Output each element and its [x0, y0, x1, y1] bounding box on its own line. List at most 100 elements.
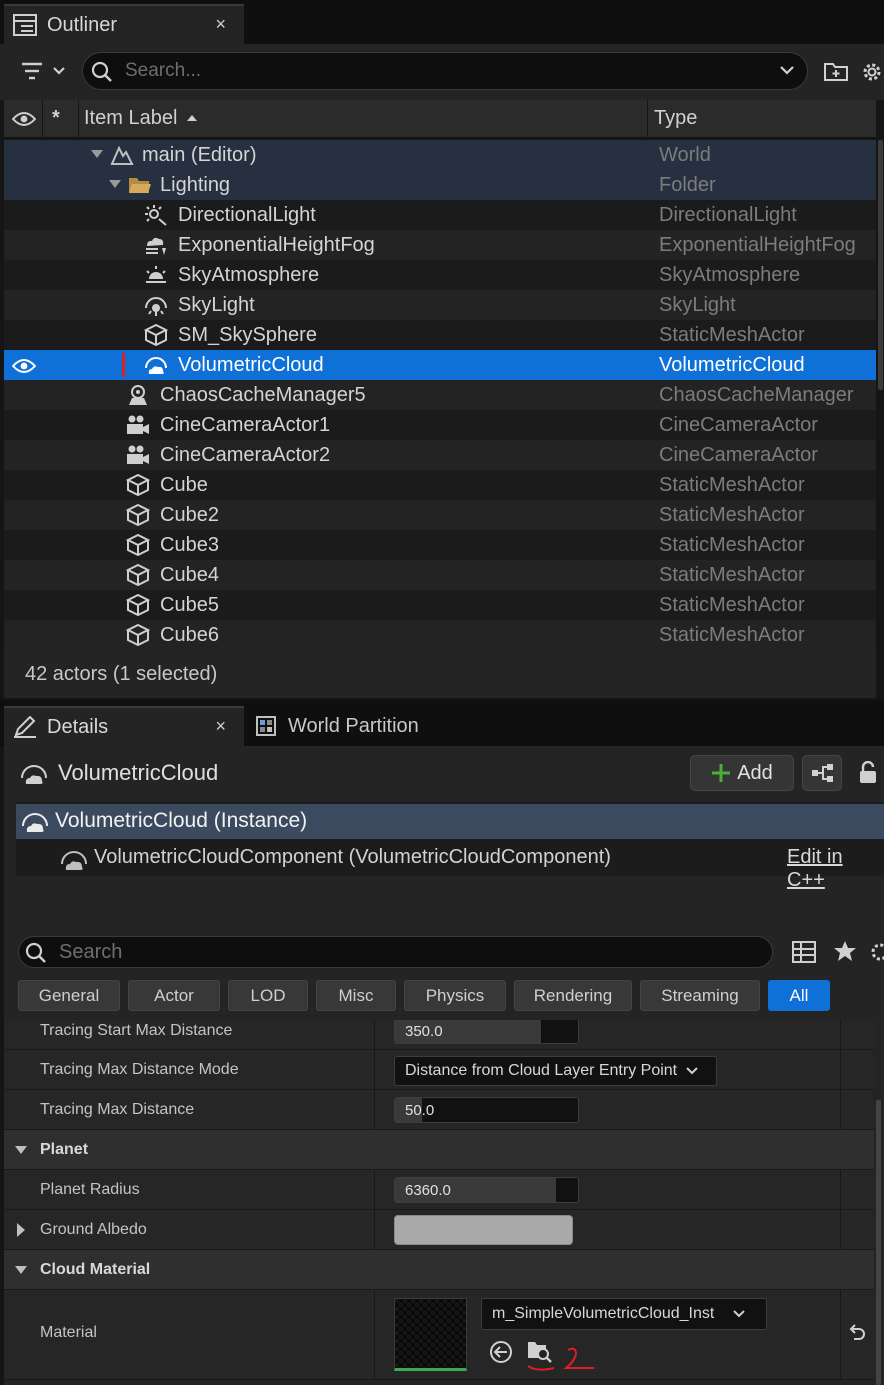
collapse-arrow-icon[interactable]	[14, 1145, 28, 1155]
add-folder-icon[interactable]	[824, 60, 848, 82]
chevron-down-icon[interactable]	[779, 64, 795, 76]
tree-row-label: SkyLight	[178, 293, 255, 316]
expand-arrow-icon[interactable]	[90, 149, 104, 159]
tree-row-type: VolumetricCloud	[659, 353, 805, 376]
tree-row-skyatmosphere[interactable]: SkyAtmosphere SkyAtmosphere	[4, 260, 876, 290]
filter-streaming-button[interactable]: Streaming	[640, 980, 760, 1011]
close-icon[interactable]: ×	[215, 716, 226, 737]
filter-rendering-button[interactable]: Rendering	[514, 980, 632, 1011]
tree-row-main-editor[interactable]: main (Editor) World	[4, 140, 876, 170]
tree-row-skylight[interactable]: SkyLight SkyLight	[4, 290, 876, 320]
tracing-start-max-distance-input[interactable]: 350.0	[394, 1020, 579, 1044]
edit-in-cpp-link[interactable]: Edit in C++	[787, 846, 884, 892]
filter-icon[interactable]	[20, 58, 70, 84]
category-planet[interactable]: Planet	[4, 1130, 874, 1170]
tree-row-cube3[interactable]: Cube3 StaticMeshActor	[4, 530, 876, 560]
tab-details[interactable]: Details ×	[4, 706, 244, 746]
outliner-tree: main (Editor) World Lighting Folder Dire…	[4, 140, 876, 650]
tracing-max-distance-mode-dropdown[interactable]: Distance from Cloud Layer Entry Point	[394, 1056, 717, 1086]
filter-all-button[interactable]: All	[768, 980, 830, 1011]
visibility-column-eye-icon[interactable]	[12, 110, 36, 128]
volumetric-cloud-icon	[60, 849, 88, 871]
tree-row-volumetriccloud[interactable]: VolumetricCloud VolumetricCloud	[4, 350, 876, 380]
type-column-header[interactable]: Type	[654, 107, 697, 130]
blueprint-hierarchy-button[interactable]	[802, 755, 842, 791]
tree-row-directionallight[interactable]: DirectionalLight DirectionalLight	[4, 200, 876, 230]
add-component-button[interactable]: Add	[690, 755, 794, 791]
material-thumbnail[interactable]	[394, 1298, 467, 1371]
tree-row-type: StaticMeshActor	[659, 623, 805, 646]
component-instance-label: VolumetricCloud (Instance)	[55, 809, 308, 832]
filter-misc-button[interactable]: Misc	[316, 980, 396, 1011]
gear-icon[interactable]	[868, 940, 884, 964]
tree-row-exponentialheightfog[interactable]: ExponentialHeightFog ExponentialHeightFo…	[4, 230, 876, 260]
planet-radius-input[interactable]: 6360.0	[394, 1177, 579, 1203]
volumetric-cloud-icon	[144, 354, 168, 376]
close-icon[interactable]: ×	[215, 14, 226, 35]
category-cloud-material[interactable]: Cloud Material	[4, 1250, 874, 1290]
property-tracing-max-distance-mode: Tracing Max Distance Mode Distance from …	[4, 1050, 874, 1090]
static-mesh-icon	[144, 324, 168, 346]
tree-row-cube2[interactable]: Cube2 StaticMeshActor	[4, 500, 876, 530]
property-label: Planet Radius	[40, 1181, 140, 1198]
material-asset-dropdown[interactable]: m_SimpleVolumetricCloud_Inst	[481, 1298, 767, 1330]
gear-icon[interactable]	[860, 60, 884, 84]
tree-row-label: SM_SkySphere	[178, 323, 317, 346]
table-view-icon[interactable]	[792, 941, 816, 963]
details-pencil-icon	[13, 716, 37, 738]
filter-physics-button[interactable]: Physics	[404, 980, 506, 1011]
expand-arrow-icon[interactable]	[16, 1222, 26, 1238]
tree-row-type: CineCameraActor	[659, 443, 818, 466]
tree-row-label: SkyAtmosphere	[178, 263, 320, 286]
pin-column-header[interactable]: *	[52, 107, 60, 130]
filter-general-button[interactable]: General	[18, 980, 120, 1011]
tree-row-sm-skysphere[interactable]: SM_SkySphere StaticMeshActor	[4, 320, 876, 350]
tree-row-chaoscachemanager5[interactable]: ChaosCacheManager5 ChaosCacheManager	[4, 380, 876, 410]
tab-outliner[interactable]: Outliner ×	[4, 4, 244, 44]
reset-to-default-icon[interactable]	[846, 1323, 866, 1341]
tree-row-cube5[interactable]: Cube5 StaticMeshActor	[4, 590, 876, 620]
world-icon	[110, 144, 134, 166]
property-value: m_SimpleVolumetricCloud_Inst	[492, 1305, 715, 1322]
ground-albedo-color-swatch[interactable]	[394, 1215, 573, 1245]
tree-row-cinecameraactor2[interactable]: CineCameraActor2 CineCameraActor	[4, 440, 876, 470]
tree-row-cube6[interactable]: Cube6 StaticMeshActor	[4, 620, 876, 650]
volumetric-cloud-icon	[20, 763, 48, 785]
tree-row-type: SkyAtmosphere	[659, 263, 801, 286]
tab-world-partition[interactable]: World Partition	[246, 708, 446, 744]
property-label: Ground Albedo	[40, 1221, 147, 1238]
tree-row-type: StaticMeshActor	[659, 563, 805, 586]
filter-actor-button[interactable]: Actor	[128, 980, 220, 1011]
filter-lod-button[interactable]: LOD	[228, 980, 308, 1011]
tree-row-label: DirectionalLight	[178, 203, 316, 226]
static-mesh-icon	[126, 504, 150, 526]
tracing-max-distance-input[interactable]: 50.0	[394, 1097, 579, 1123]
outliner-scrollbar[interactable]	[878, 140, 883, 390]
sort-ascending-icon	[186, 114, 198, 122]
tree-row-cube4[interactable]: Cube4 StaticMeshActor	[4, 560, 876, 590]
tree-row-label: Cube6	[160, 623, 219, 646]
lock-icon[interactable]	[858, 761, 880, 785]
tree-row-label: CineCameraActor2	[160, 443, 331, 466]
tree-row-type: StaticMeshActor	[659, 473, 805, 496]
component-row-instance[interactable]: VolumetricCloud (Instance)	[16, 804, 884, 839]
star-icon[interactable]	[833, 940, 857, 962]
plus-icon	[711, 763, 731, 783]
visibility-eye-icon[interactable]	[12, 357, 36, 375]
use-selected-asset-icon[interactable]	[489, 1340, 513, 1364]
tree-row-cinecameraactor1[interactable]: CineCameraActor1 CineCameraActor	[4, 410, 876, 440]
tree-row-type: StaticMeshActor	[659, 593, 805, 616]
component-row-volumetriccloudcomponent[interactable]: VolumetricCloudComponent (VolumetricClou…	[16, 840, 884, 875]
property-value: Distance from Cloud Layer Entry Point	[405, 1062, 678, 1079]
tree-row-type: ChaosCacheManager	[659, 383, 854, 406]
details-scrollbar[interactable]	[876, 1100, 881, 1385]
tree-row-lighting-folder[interactable]: Lighting Folder	[4, 170, 876, 200]
tree-row-cube[interactable]: Cube StaticMeshActor	[4, 470, 876, 500]
expand-arrow-icon[interactable]	[108, 179, 122, 189]
outliner-search-input[interactable]: Search...	[82, 52, 808, 90]
collapse-arrow-icon[interactable]	[14, 1265, 28, 1275]
item-label-column-header[interactable]: Item Label	[84, 107, 177, 130]
component-label: VolumetricCloudComponent (VolumetricClou…	[94, 846, 611, 868]
details-search-input[interactable]: Search	[18, 936, 773, 968]
tab-world-partition-label: World Partition	[288, 714, 419, 737]
